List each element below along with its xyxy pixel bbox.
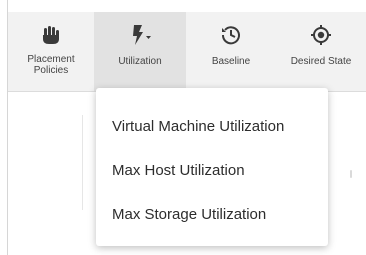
placement-label-line2: Policies bbox=[33, 65, 69, 76]
baseline-label: Baseline bbox=[211, 56, 251, 67]
content-fragment bbox=[350, 170, 352, 178]
placement-label-line1: Placement bbox=[27, 54, 75, 65]
lightning-bolt-icon bbox=[127, 22, 153, 48]
desired-state-label: Desired State bbox=[290, 56, 352, 67]
target-icon bbox=[308, 22, 334, 48]
history-clock-icon bbox=[218, 22, 244, 48]
desired-state-button[interactable]: Desired State bbox=[276, 12, 366, 91]
utilization-button[interactable]: Utilization bbox=[94, 12, 186, 91]
content-divider bbox=[82, 115, 83, 210]
chevron-down-icon bbox=[146, 36, 151, 39]
menu-item-max-host-utilization[interactable]: Max Host Utilization bbox=[112, 162, 245, 179]
menu-item-max-storage-utilization[interactable]: Max Storage Utilization bbox=[112, 206, 266, 223]
baseline-button[interactable]: Baseline bbox=[186, 12, 276, 91]
menu-item-virtual-machine-utilization[interactable]: Virtual Machine Utilization bbox=[112, 118, 284, 135]
utilization-label: Utilization bbox=[118, 56, 162, 67]
placement-policies-button[interactable]: Placement Policies bbox=[8, 12, 94, 91]
hand-icon bbox=[38, 22, 64, 48]
utilization-dropdown-menu: Virtual Machine Utilization Max Host Uti… bbox=[96, 88, 328, 246]
